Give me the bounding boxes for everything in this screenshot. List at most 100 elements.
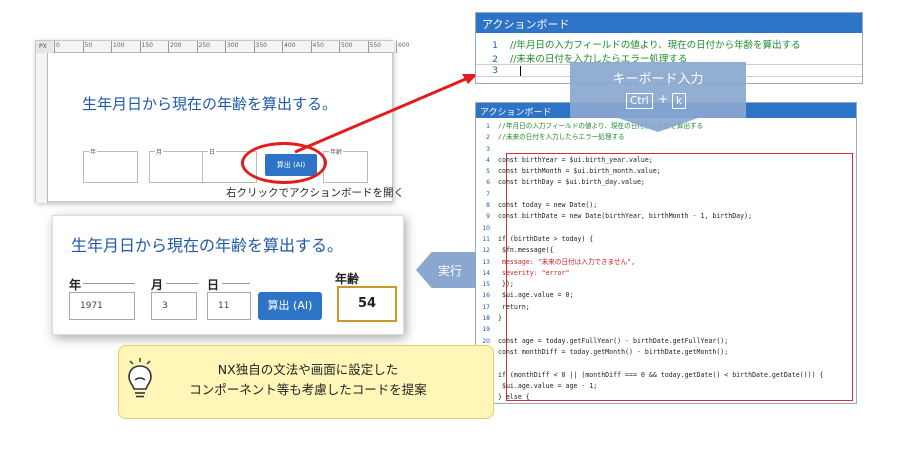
day-label-line [222, 283, 250, 284]
ruler-mark: 450 [312, 42, 324, 49]
ruler-mark: 350 [255, 42, 267, 49]
line-number: 17 [482, 303, 490, 311]
code-text: severity: "error" [498, 268, 570, 277]
line-number: 16 [482, 292, 490, 300]
code-text: $ui.age.value = 0; [498, 291, 574, 300]
line-number: 6 [486, 179, 490, 187]
age-label: 年齢 [335, 272, 360, 286]
code-line[interactable]: 16 $ui.age.value = 0; [480, 290, 824, 301]
code-text: return; [498, 302, 530, 311]
code-line[interactable]: 17 return; [480, 302, 824, 313]
ruler-tick [111, 41, 112, 53]
code-line[interactable]: 5 const birthMonth = $ui.birth_month.valu… [480, 166, 824, 177]
code-text: const monthDiff = today.getMonth() - bir… [498, 347, 729, 356]
day-field-label: 日 [208, 147, 217, 156]
code-line[interactable]: 11 if (birthDate > today) { [480, 234, 824, 245]
ruler-tick [339, 41, 340, 53]
ruler-mark: 300 [227, 42, 239, 49]
code-editor[interactable]: 1//年月日の入力フィールドの値より、現在の日付から年齢を算出する 2//未来の日… [480, 121, 824, 404]
code-line[interactable]: 21const monthDiff = today.getMonth() - b… [480, 347, 824, 358]
ruler-unit: PX [36, 41, 53, 53]
code-line[interactable]: 26 $ui.age.value = age; [480, 403, 824, 404]
year-field-design[interactable]: 年 [83, 147, 138, 183]
code-line[interactable]: 18} [480, 313, 824, 324]
ruler-tick [168, 41, 169, 53]
code-text: if (birthDate > today) { [498, 234, 594, 243]
code-text: $ui.age.value = age - 1; [498, 381, 598, 390]
code-line[interactable]: 24 $ui.age.value = age - 1; [480, 381, 824, 392]
year-input[interactable]: 1971 [69, 292, 135, 320]
ruler-mark: 150 [141, 42, 153, 49]
line-number: 11 [482, 235, 490, 243]
year-field-label: 年 [89, 147, 98, 156]
code-line[interactable]: 14 severity: "error" [480, 268, 824, 279]
line-number: 18 [482, 315, 490, 323]
ruler-tick [54, 41, 55, 53]
action-board-title: アクションボード [476, 13, 862, 33]
ruler-mark: 400 [284, 42, 296, 49]
ruler-tick [82, 41, 84, 53]
code-line[interactable]: 23if (monthDiff < 0 || (monthDiff === 0 … [480, 370, 824, 381]
result-form: 生年月日から現在の年齢を算出する。 年 1971 月 3 日 11 算出 (AI… [52, 215, 404, 335]
code-line[interactable]: 25} else { [480, 392, 824, 403]
ruler-mark: 100 [113, 42, 125, 49]
action-board-bottom: アクションボード 1//年月日の入力フィールドの値より、現在の日付から年齢を算出… [475, 102, 857, 404]
code-line[interactable]: 10 [480, 223, 824, 234]
code-line[interactable]: 7 [480, 189, 824, 200]
code-line[interactable]: 8 const today = new Date(); [480, 200, 824, 211]
code-line[interactable]: 13 message: "未来の日付は入力できません", [480, 257, 824, 268]
age-output[interactable]: 54 [337, 286, 397, 322]
ruler-mark: 550 [369, 42, 381, 49]
code-line[interactable]: 2 //未来の日付を入力したらエラー処理する [480, 132, 824, 143]
code-text: //年月日の入力フィールドの値より、現在の日付から年齢を算出する [510, 40, 801, 51]
code-text: const today = new Date(); [498, 201, 598, 210]
ctrl-key: Ctrl [626, 93, 653, 109]
line-number: 5 [486, 168, 490, 176]
month-input[interactable]: 3 [151, 292, 197, 320]
code-line[interactable]: 20 const age = today.getFullYear() - birt… [480, 336, 824, 347]
ruler-mark: 50 [84, 42, 93, 49]
line-number: 4 [486, 156, 490, 164]
code-text: //未来の日付を入力したらエラー処理する [498, 133, 625, 142]
line-number: 1 [486, 123, 490, 130]
lightbulb-icon [128, 358, 152, 398]
month-field-design[interactable]: 月 [149, 147, 204, 183]
line-number: 3 [486, 145, 490, 153]
red-arrow-icon [294, 74, 478, 154]
line-number: 8 [486, 202, 490, 210]
day-input[interactable]: 11 [207, 292, 251, 320]
plus-sign: + [658, 92, 669, 106]
ruler-tick [196, 41, 198, 53]
code-text: } else { [498, 393, 530, 402]
line-number: 7 [486, 190, 490, 198]
ruler-mark: 600 [398, 42, 410, 49]
code-line[interactable]: 9 const birthDate = new Date(birthYear, b… [480, 211, 824, 222]
day-label: 日 [207, 278, 220, 292]
ruler-mark: 0 [56, 42, 60, 49]
year-label-line [83, 283, 135, 284]
ruler-mark: 500 [341, 42, 353, 49]
code-line[interactable]: 1 //年月日の入力フィールドの値より、現在の日付から年齢を算出する [484, 37, 801, 51]
ruler-tick [253, 41, 255, 53]
calc-button[interactable]: 算出 (AI) [258, 292, 322, 320]
code-text: message: "未来の日付は入力できません", [498, 257, 636, 266]
code-line[interactable]: 12 $fn.message({ [480, 245, 824, 256]
code-line[interactable]: 3 [484, 65, 510, 76]
code-line[interactable]: 22 [480, 358, 824, 369]
ruler-mark: 250 [198, 42, 210, 49]
line-number: 2 [492, 55, 498, 65]
ruler-tick [225, 41, 226, 53]
code-line[interactable]: 19 [480, 324, 824, 335]
code-line[interactable]: 6 const birthDay = $ui.birth_day.value; [480, 177, 824, 188]
vertical-ruler [36, 53, 48, 203]
line-number: 14 [482, 269, 490, 277]
code-text: if (monthDiff < 0 || (monthDiff === 0 &&… [498, 370, 824, 379]
ruler-tick [282, 41, 283, 53]
keyboard-label: キーボード入力 [612, 72, 704, 87]
code-line[interactable]: 15 }); [480, 279, 824, 290]
code-line[interactable]: 3 [480, 144, 824, 155]
tip-line-1: NX独自の文法や画面に設定した [217, 362, 399, 377]
code-text: $fn.message({ [498, 246, 554, 255]
code-line[interactable]: 4 const birthYear = $ui.birth_year.value; [480, 155, 824, 166]
k-key: k [672, 93, 687, 109]
